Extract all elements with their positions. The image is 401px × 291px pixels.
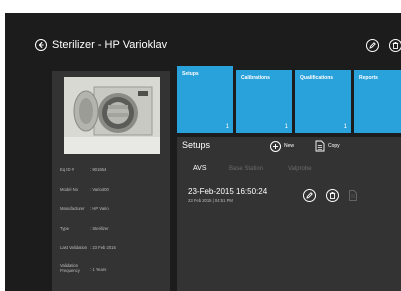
property-label: Model No (60, 187, 78, 192)
property-value: : Sterilizer (90, 226, 109, 231)
tab-valprobe[interactable]: Valprobe (288, 166, 312, 172)
entry-edit-button[interactable] (303, 189, 316, 202)
edit-icon (306, 192, 313, 199)
add-icon (270, 140, 281, 152)
property-label: Last Validation (60, 245, 88, 250)
entry-delete-button[interactable] (326, 189, 339, 202)
edit-icon (369, 42, 376, 49)
back-button[interactable] (35, 39, 47, 51)
copy-label: Copy (328, 143, 340, 149)
tab-avs[interactable]: AVS (193, 165, 207, 172)
entry-subtitle: 23 Feb 2015 | 04:51 PM (188, 198, 233, 203)
equipment-photo (64, 77, 160, 154)
tile-count: 1 (284, 124, 288, 130)
tile-count: 1 (225, 124, 229, 130)
new-button[interactable]: New (270, 140, 294, 152)
property-value: : 23 Feb 2015 (90, 245, 116, 250)
property-value: : 901654 (90, 167, 107, 172)
delete-icon (392, 42, 399, 49)
app-screen: Sterilizer - HP Varioklav Eq ID #: 9016… (5, 13, 401, 291)
delete-button[interactable] (389, 39, 401, 52)
tile-calibrations[interactable]: Calibrations 1 (236, 70, 292, 133)
setups-title: Setups (182, 140, 211, 150)
tile-count: 1 (343, 124, 347, 130)
tile-label: Calibrations (241, 75, 270, 81)
property-label: Validation Frequency (60, 263, 80, 273)
copy-icon (315, 140, 325, 152)
copy-button[interactable]: Copy (315, 140, 340, 152)
file-icon[interactable] (349, 190, 357, 201)
tile-label: Reports (359, 75, 378, 81)
property-label: Manufacturer (60, 206, 85, 211)
property-value: : 1 Years (90, 267, 107, 272)
back-icon (38, 41, 44, 49)
setup-entry[interactable]: 23-Feb-2015 16:50:24 23 Feb 2015 | 04:51… (177, 184, 401, 224)
tab-base-station[interactable]: Base Station (229, 166, 263, 172)
edit-button[interactable] (366, 39, 379, 52)
tile-label: Qualifications (300, 75, 334, 81)
property-label: Eq ID # (60, 167, 74, 172)
page-title: Sterilizer - HP Varioklav (52, 39, 168, 51)
tile-qualifications[interactable]: Qualifications 1 (295, 70, 351, 133)
tile-setups[interactable]: Setups 1 (177, 66, 233, 133)
entry-datetime: 23-Feb-2015 16:50:24 (188, 187, 268, 196)
property-value: : Vario400 (90, 187, 109, 192)
property-label: Type (60, 226, 70, 231)
property-value: : HP Vario (90, 206, 109, 211)
tile-label: Setups (182, 71, 199, 77)
tile-reports[interactable]: Reports (354, 70, 401, 133)
delete-icon (329, 192, 336, 199)
equipment-panel: Eq ID # : 901654 Model No : Vario400 Man… (52, 71, 170, 291)
new-label: New (284, 143, 295, 149)
